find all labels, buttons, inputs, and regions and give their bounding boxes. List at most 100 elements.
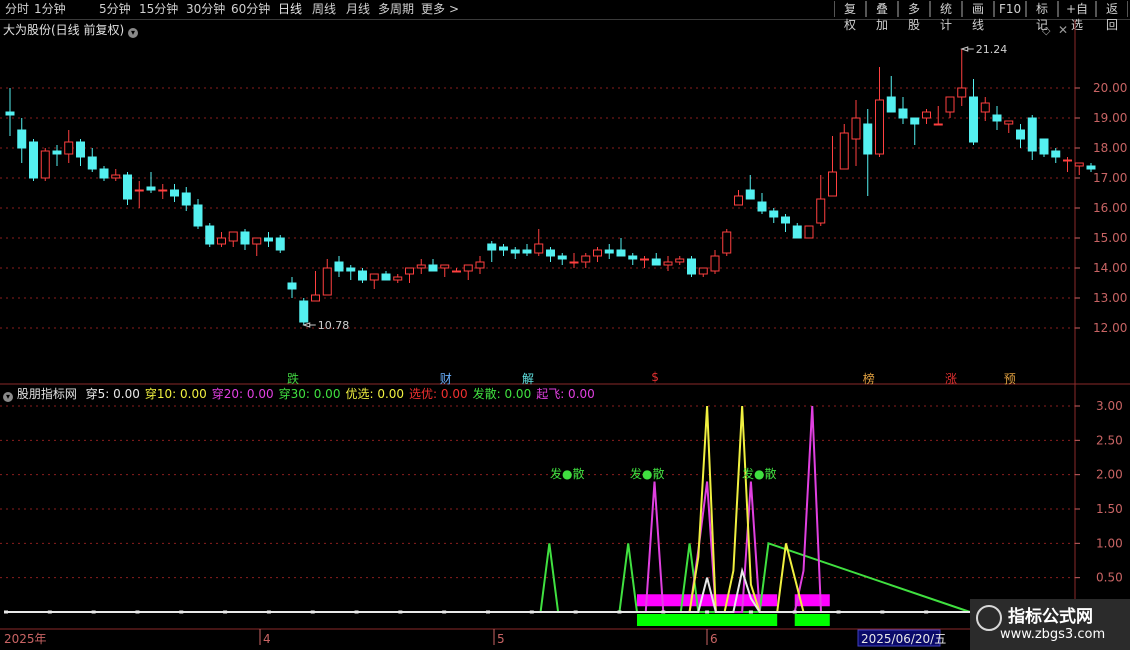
watermark-url: www.zbgs3.com [1000, 627, 1106, 642]
candle-body [792, 225, 802, 239]
candle-body [675, 258, 685, 263]
candle-body [557, 255, 567, 260]
candle-body [264, 237, 273, 242]
logo-icon [976, 605, 1002, 631]
candle-body [334, 261, 344, 272]
cursor-date-label: 2025/06/20/五 [861, 632, 946, 646]
baseline-dot [4, 610, 8, 614]
candle-body [299, 300, 309, 323]
candle-body [287, 282, 297, 290]
signal-label-1: 发●散 [630, 466, 664, 481]
baseline-dot [924, 610, 929, 614]
high-price-label: 21.24 [976, 43, 1008, 56]
indicator-tick-label: 1.00 [1096, 536, 1123, 550]
signal-bar-green [636, 614, 778, 626]
candle-body [134, 189, 144, 192]
candle-body [781, 216, 790, 224]
candle-body [922, 111, 931, 119]
candle-body [898, 108, 908, 119]
stock-chart-canvas[interactable]: 20.00 19.00 18.00 17.00 16.00 15.00 14.00 13.00… [0, 0, 1130, 650]
baseline-dot [47, 610, 52, 614]
baseline-dot [836, 610, 841, 614]
candle-body [322, 267, 332, 296]
baseline-dot [310, 610, 315, 614]
indicator-tick-label: 2.50 [1096, 433, 1123, 447]
candle-body [534, 243, 544, 254]
candle-body [275, 237, 285, 251]
candle-body [957, 87, 967, 98]
candle-body [193, 204, 203, 227]
indicator-value-0: 穿5: 0.00 [85, 387, 140, 401]
price-tick-label: 12.00 [1093, 321, 1127, 335]
candle-body [452, 270, 461, 273]
candle-body [111, 174, 121, 179]
candle-body [945, 96, 955, 113]
candle-body [722, 231, 732, 254]
candle-body [346, 267, 356, 272]
baseline-dot [223, 610, 228, 614]
indicator-tick-label: 1.50 [1096, 502, 1123, 516]
candle-body [158, 189, 168, 192]
indicator-value-7: 起飞: 0.00 [536, 387, 595, 401]
baseline-dot [529, 610, 534, 614]
candle-body [510, 249, 520, 254]
candle-body [87, 156, 97, 170]
candle-body [17, 129, 27, 149]
price-tick-label: 20.00 [1093, 81, 1127, 95]
event-marker-2[interactable]: 解 [522, 370, 534, 387]
candle-body [499, 246, 508, 251]
candle-body [405, 267, 414, 275]
chevron-down-icon[interactable]: ▾ [3, 392, 13, 402]
candle-body [1074, 162, 1084, 167]
price-tick-label: 17.00 [1093, 171, 1127, 185]
low-arrow-icon [302, 322, 316, 328]
baseline-dot [91, 610, 96, 614]
candle-body [381, 273, 391, 281]
candle-body [1063, 159, 1072, 162]
event-marker-4[interactable]: 榜 [863, 370, 875, 387]
time-label-0: 2025年 [4, 632, 47, 646]
indicator-title-bar[interactable]: ▾ 股朋指标网 穿5: 0.00 穿10: 0.00 穿20: 0.00 穿30: 0… [3, 387, 595, 402]
candle-body [628, 255, 638, 260]
candle-body [734, 195, 743, 206]
baseline-dot [266, 610, 271, 614]
price-tick-label: 16.00 [1093, 201, 1127, 215]
candle-body [416, 264, 426, 269]
candle-body [616, 249, 626, 257]
indicator-tick-label: 0.50 [1096, 571, 1123, 585]
candle-body [369, 273, 379, 281]
price-tick-label: 18.00 [1093, 141, 1127, 155]
indicator-tick-label: 2.00 [1096, 468, 1123, 482]
baseline-dot [486, 610, 490, 614]
candle-body [170, 189, 179, 197]
candle-body [969, 96, 978, 143]
event-marker-3[interactable]: $ [651, 370, 659, 384]
candle-body [863, 123, 873, 155]
event-marker-0[interactable]: 跌 [287, 370, 299, 387]
candle-body [875, 99, 884, 155]
baseline-dot [573, 610, 578, 614]
candle-body [1027, 117, 1037, 152]
baseline-dot [661, 610, 666, 614]
candle-body [440, 264, 450, 269]
price-tick-label: 15.00 [1093, 231, 1127, 245]
candle-body [651, 258, 661, 266]
event-marker-6[interactable]: 预 [1004, 370, 1016, 387]
candle-body [5, 111, 15, 116]
candle-body [980, 102, 990, 113]
watermark-title: 指标公式网 [1008, 607, 1093, 627]
candle-body [64, 141, 74, 155]
event-marker-1[interactable]: 财 [440, 370, 452, 387]
candle-body [1039, 138, 1049, 155]
baseline-dot [617, 610, 622, 614]
candle-body [886, 96, 896, 113]
price-tick-label: 14.00 [1093, 261, 1127, 275]
price-tick-label: 13.00 [1093, 291, 1127, 305]
baseline-dot [398, 610, 403, 614]
candle-body [428, 264, 438, 272]
candle-body [1016, 129, 1025, 140]
candle-body [99, 168, 109, 179]
watermark-box: 指标公式网 www.zbgs3.com [970, 599, 1130, 650]
event-marker-5[interactable]: 涨 [945, 370, 957, 387]
candle-body [40, 150, 50, 179]
